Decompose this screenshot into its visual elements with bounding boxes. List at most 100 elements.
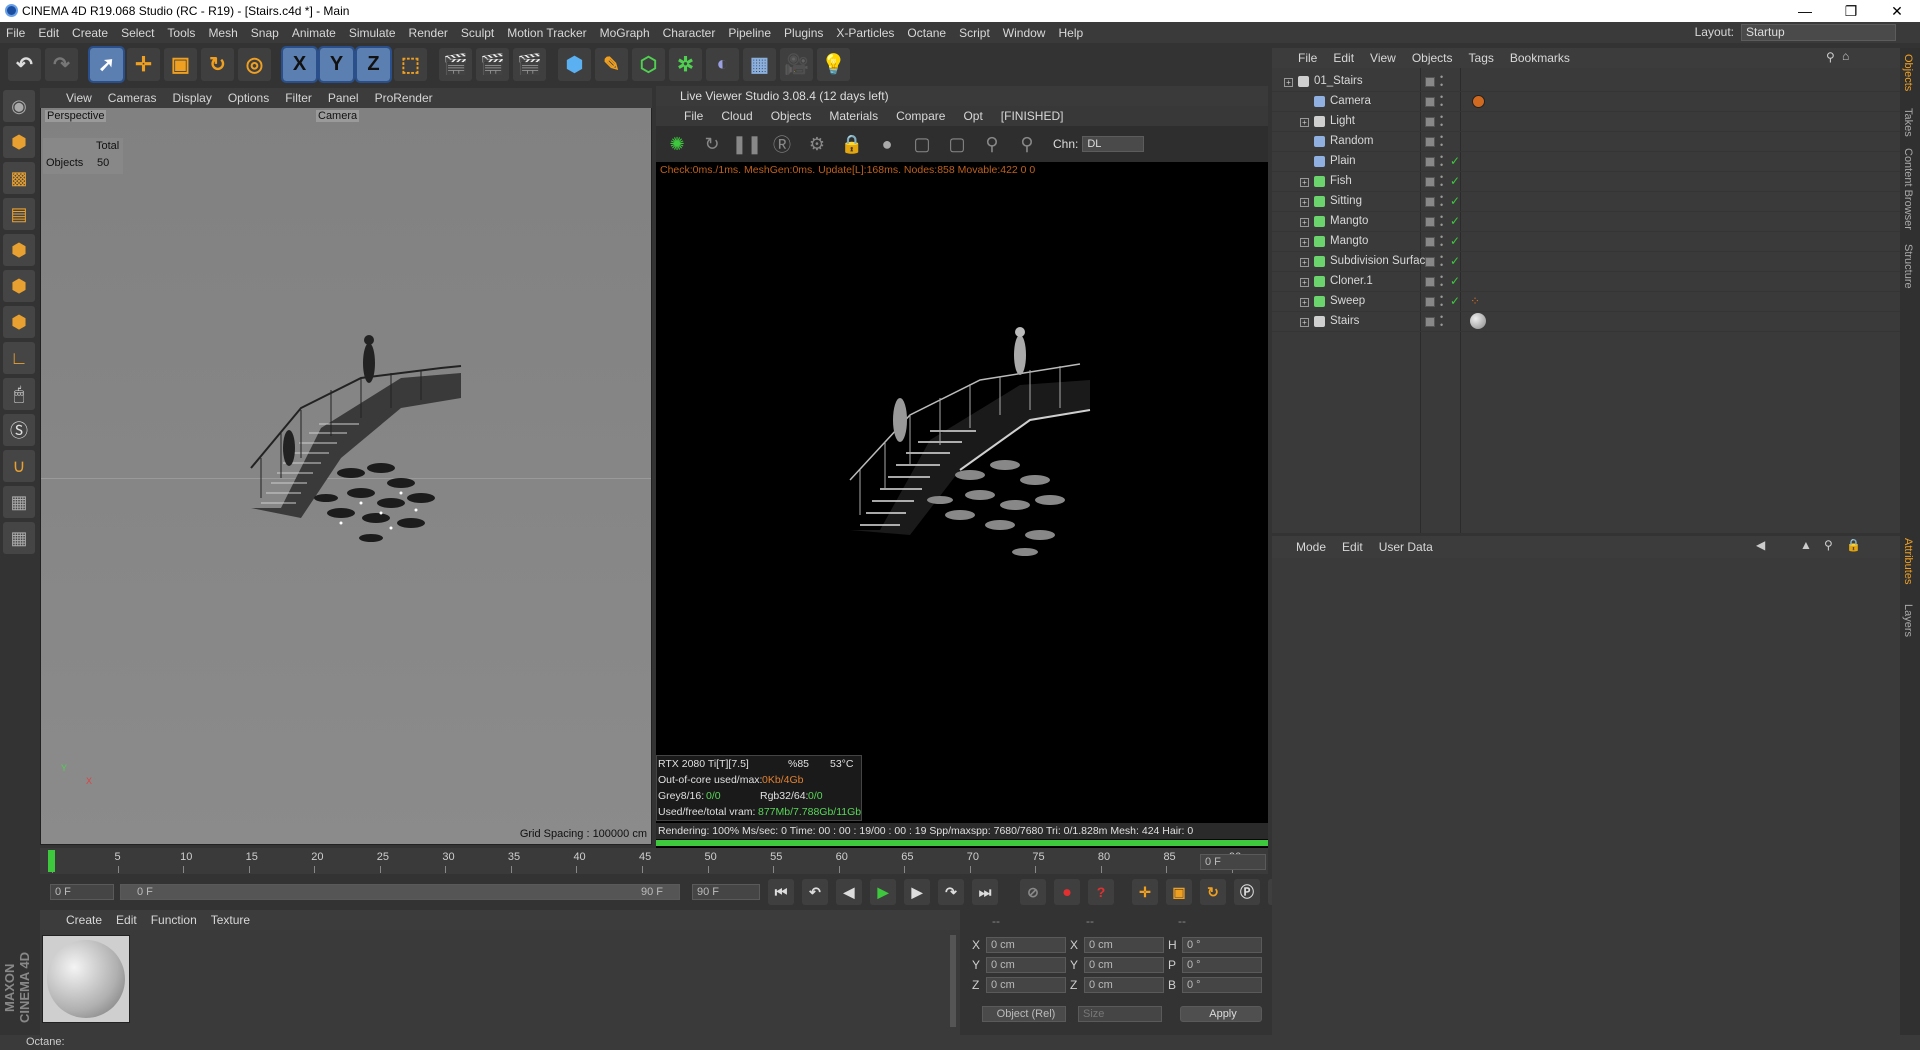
attr-menu-edit[interactable]: Edit <box>1342 540 1363 554</box>
lock-workplane-icon[interactable]: ▦ <box>3 486 35 518</box>
obj-menu-tags[interactable]: Tags <box>1469 51 1494 65</box>
keyframe-selection-icon[interactable]: ? <box>1088 879 1114 905</box>
tab-takes[interactable]: Takes <box>1902 108 1914 137</box>
coord-h-rotation[interactable]: 0 ° <box>1182 937 1262 953</box>
menu-motion-tracker[interactable]: Motion Tracker <box>507 26 586 40</box>
layer-swatch-icon[interactable] <box>1425 277 1435 287</box>
attr-menu-mode[interactable]: Mode <box>1296 540 1326 554</box>
key-position-icon[interactable]: ✛ <box>1132 879 1158 905</box>
layer-swatch-icon[interactable] <box>1425 297 1435 307</box>
undo-icon[interactable]: ↶ <box>8 48 41 81</box>
snap-icon[interactable]: ∪ <box>3 450 35 482</box>
object-row[interactable]: + Cloner.1 • • ✓ <box>1272 272 1900 292</box>
workplane-icon[interactable]: ▤ <box>3 198 35 230</box>
layer-swatch-icon[interactable] <box>1425 257 1435 267</box>
enabled-check-icon[interactable]: ✓ <box>1450 274 1460 288</box>
coord-x-size[interactable]: 0 cm <box>1084 937 1164 953</box>
menu-simulate[interactable]: Simulate <box>349 26 396 40</box>
edges-mode-icon[interactable]: ⬢ <box>3 270 35 302</box>
auto-key-icon[interactable]: ⏺ <box>1054 879 1080 905</box>
viewport-canvas[interactable]: Perspective Camera Total Objects 50 Y X … <box>41 108 651 844</box>
menu-mesh[interactable]: Mesh <box>208 26 237 40</box>
visibility-dots-icon[interactable]: • • <box>1440 313 1443 330</box>
coord-z-position[interactable]: 0 cm <box>986 977 1066 993</box>
lv-menu-compare[interactable]: Compare <box>896 109 945 123</box>
recent-tool-icon[interactable]: ◎ <box>238 48 271 81</box>
obj-menu-objects[interactable]: Objects <box>1412 51 1453 65</box>
enabled-check-icon[interactable]: ✓ <box>1450 154 1460 168</box>
planar-workplane-icon[interactable]: ▦ <box>3 522 35 554</box>
menu-render[interactable]: Render <box>409 26 448 40</box>
object-row[interactable]: Random • • <box>1272 132 1900 152</box>
menu-x-particles[interactable]: X-Particles <box>836 26 894 40</box>
enabled-check-icon[interactable]: ✓ <box>1450 174 1460 188</box>
menu-mograph[interactable]: MoGraph <box>600 26 650 40</box>
expand-toggle-icon[interactable]: + <box>1300 258 1309 267</box>
redo-icon[interactable]: ↷ <box>45 48 78 81</box>
tab-attributes[interactable]: Attributes <box>1902 538 1914 584</box>
obj-menu-view[interactable]: View <box>1370 51 1396 65</box>
menu-window[interactable]: Window <box>1003 26 1046 40</box>
lv-menu-file[interactable]: File <box>684 109 703 123</box>
key-parameter-icon[interactable]: Ⓟ <box>1234 879 1260 905</box>
visibility-dots-icon[interactable]: • • <box>1440 113 1443 130</box>
mat-menu-function[interactable]: Function <box>151 913 197 927</box>
viewport-menu-filter[interactable]: Filter <box>285 91 312 105</box>
expand-toggle-icon[interactable]: + <box>1284 78 1293 87</box>
visibility-dots-icon[interactable]: • • <box>1440 213 1443 230</box>
model-mode-icon[interactable]: ⬢ <box>3 126 35 158</box>
prev-frame-icon[interactable]: ◀ <box>836 879 862 905</box>
visibility-dots-icon[interactable]: • • <box>1440 273 1443 290</box>
coord-y-size[interactable]: 0 cm <box>1084 957 1164 973</box>
film-region-icon[interactable]: ▢ <box>944 131 970 157</box>
mat-menu-edit[interactable]: Edit <box>116 913 137 927</box>
solo-icon[interactable]: Ⓢ <box>3 414 35 446</box>
expand-toggle-icon[interactable]: + <box>1300 278 1309 287</box>
minimize-button[interactable]: — <box>1782 0 1828 22</box>
tab-structure[interactable]: Structure <box>1902 244 1914 289</box>
pen-icon[interactable]: ✎ <box>595 48 628 81</box>
apply-button[interactable]: Apply <box>1180 1006 1262 1022</box>
coord-b-rotation[interactable]: 0 ° <box>1182 977 1262 993</box>
range-slider[interactable]: 0 F 90 F <box>120 884 680 900</box>
back-arrow-icon[interactable]: ◀ <box>1756 538 1765 552</box>
maximize-button[interactable]: ❐ <box>1828 0 1874 22</box>
layer-swatch-icon[interactable] <box>1425 217 1435 227</box>
viewport-menu-display[interactable]: Display <box>172 91 211 105</box>
object-row[interactable]: + Mangto • • ✓ <box>1272 232 1900 252</box>
lock-element-icon[interactable]: 🔒 <box>1846 538 1861 552</box>
mat-menu-create[interactable]: Create <box>66 913 102 927</box>
object-row[interactable]: Plain • • ✓ <box>1272 152 1900 172</box>
cloner-icon[interactable]: ✲ <box>669 48 702 81</box>
menu-edit[interactable]: Edit <box>38 26 59 40</box>
timeline-playhead[interactable] <box>48 850 55 872</box>
tab-layers[interactable]: Layers <box>1902 604 1914 637</box>
layer-swatch-icon[interactable] <box>1425 237 1435 247</box>
layer-swatch-icon[interactable] <box>1425 137 1435 147</box>
visibility-dots-icon[interactable]: • • <box>1440 193 1443 210</box>
obj-menu-edit[interactable]: Edit <box>1333 51 1354 65</box>
menu-create[interactable]: Create <box>72 26 108 40</box>
current-frame-field[interactable]: 0 F <box>1200 854 1266 870</box>
coord-size-select[interactable]: Size <box>1078 1006 1162 1022</box>
mat-menu-texture[interactable]: Texture <box>211 913 250 927</box>
material-tag-icon[interactable]: ⁘ <box>1470 294 1480 308</box>
texture-mode-icon[interactable]: ▩ <box>3 162 35 194</box>
coord-p-rotation[interactable]: 0 ° <box>1182 957 1262 973</box>
tab-objects[interactable]: Objects <box>1902 54 1914 91</box>
object-row[interactable]: + Sweep • • ✓ ⁘ <box>1272 292 1900 312</box>
next-key-icon[interactable]: ↷ <box>938 879 964 905</box>
menu-help[interactable]: Help <box>1058 26 1083 40</box>
cube-icon[interactable]: ⬢ <box>558 48 591 81</box>
lock-icon[interactable]: 🔒 <box>839 131 865 157</box>
light-icon[interactable]: 💡 <box>817 48 850 81</box>
pick-focus-icon[interactable]: ⚲ <box>979 131 1005 157</box>
viewport-menu-panel[interactable]: Panel <box>328 91 359 105</box>
restart-icon[interactable]: ↻ <box>699 131 725 157</box>
region-render-icon[interactable]: Ⓡ <box>769 131 795 157</box>
menu-sculpt[interactable]: Sculpt <box>461 26 494 40</box>
chn-select[interactable]: DL <box>1082 136 1145 152</box>
enabled-check-icon[interactable]: ✓ <box>1450 254 1460 268</box>
prev-key-icon[interactable]: ↶ <box>802 879 828 905</box>
tweak-mode-icon[interactable]: 🖱 <box>3 378 35 410</box>
